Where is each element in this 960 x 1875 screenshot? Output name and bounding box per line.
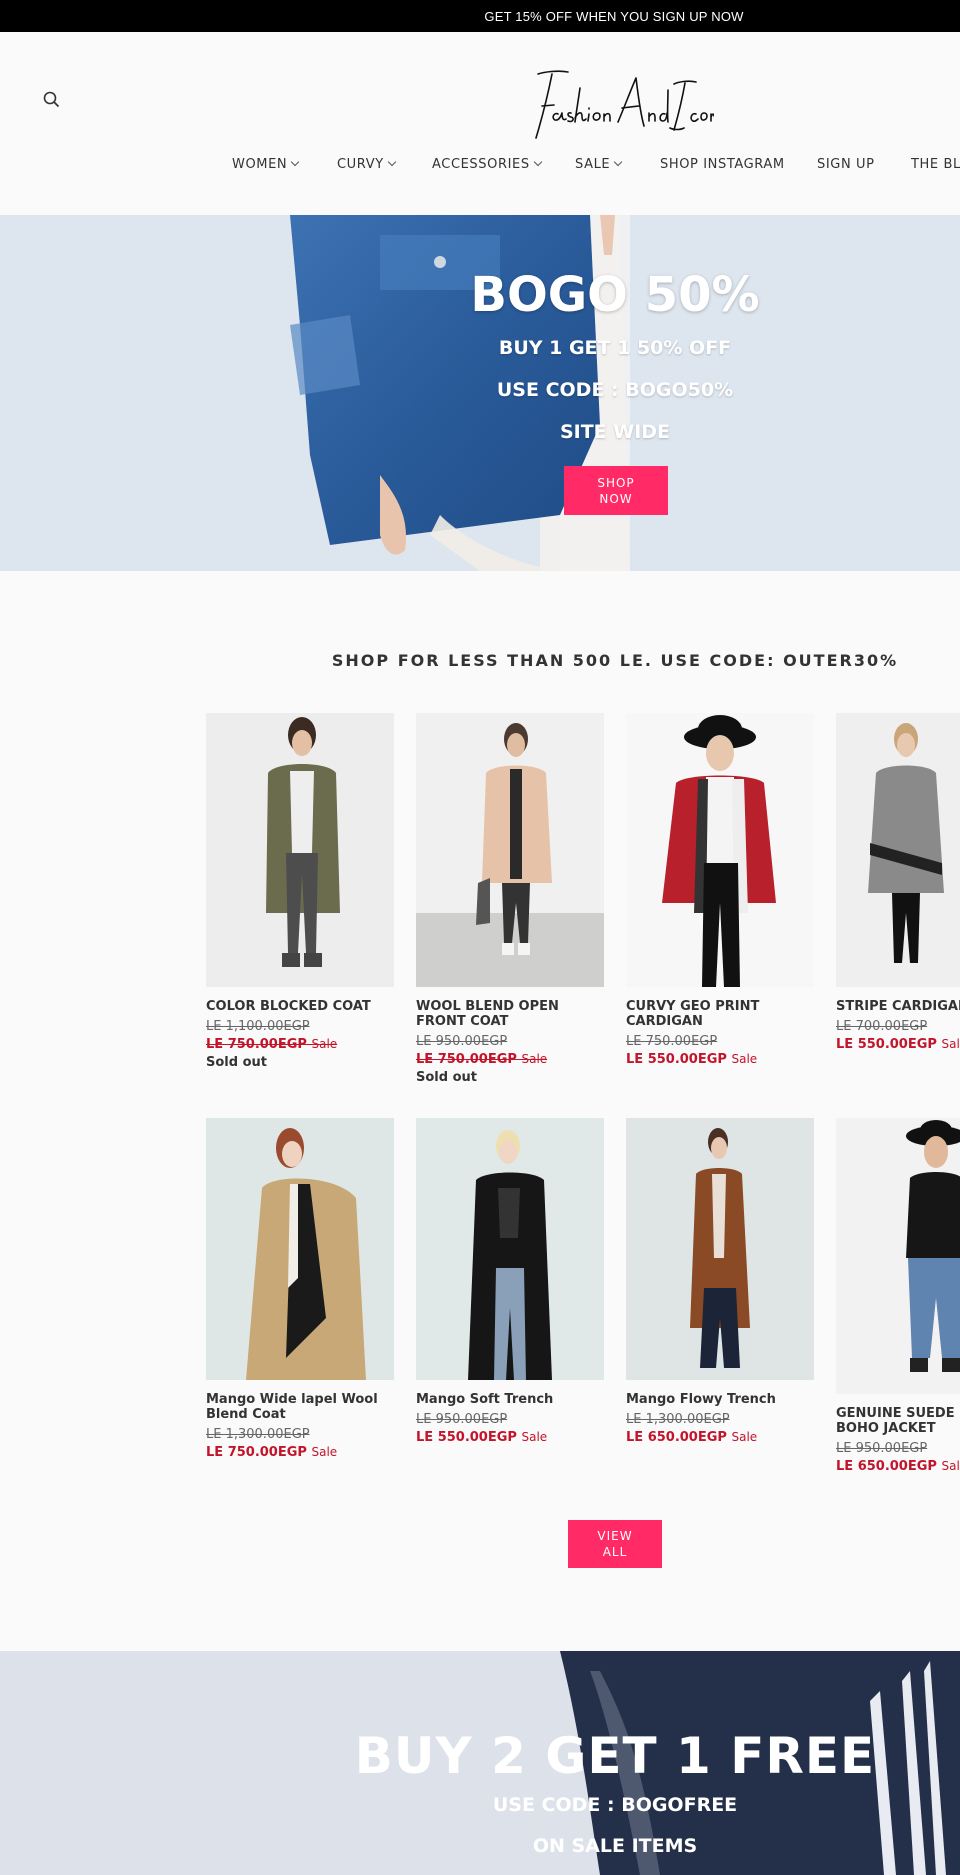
collection-title: SHOP FOR LESS THAN 500 LE. USE CODE: OUT… bbox=[331, 651, 899, 670]
chevron-down-icon bbox=[614, 157, 623, 167]
product-image[interactable] bbox=[626, 713, 814, 987]
logo-script-icon bbox=[535, 70, 715, 139]
product-image[interactable] bbox=[416, 713, 604, 987]
hero-line-1: BUY 1 GET 1 50% OFF bbox=[498, 337, 732, 359]
product-sale-price: LE 650.00EGP Sale bbox=[626, 1430, 758, 1445]
product-image[interactable] bbox=[836, 1118, 960, 1394]
product-card[interactable]: Mango Soft Trench LE 950.00EGP LE 550.00… bbox=[416, 1118, 604, 1447]
product-old-price: LE 1,100.00EGP bbox=[206, 1019, 310, 1034]
product-title[interactable]: COLOR BLOCKED COAT bbox=[206, 999, 394, 1014]
product-image[interactable] bbox=[626, 1118, 814, 1380]
product-old-price: LE 950.00EGP bbox=[416, 1412, 508, 1427]
chevron-down-icon bbox=[291, 157, 300, 167]
product-old-price: LE 950.00EGP bbox=[416, 1034, 508, 1049]
product-old-price: LE 1,300.00EGP bbox=[206, 1427, 310, 1442]
announcement-bar[interactable]: GET 15% OFF WHEN YOU SIGN UP NOW bbox=[0, 0, 960, 32]
product-sale-price: LE 650.00EGP Sale bbox=[836, 1459, 960, 1474]
hero-line-3: SITE WIDE bbox=[559, 421, 671, 443]
sold-out-label: Sold out bbox=[206, 1055, 267, 1070]
product-old-price: LE 950.00EGP bbox=[836, 1441, 928, 1456]
product-title[interactable]: WOOL BLEND OPEN FRONT COAT bbox=[416, 999, 604, 1029]
promo-title: BUY 2 GET 1 FREE bbox=[354, 1727, 876, 1785]
hero-title: BOGO 50% bbox=[470, 267, 760, 323]
product-image[interactable] bbox=[206, 1118, 394, 1380]
product-sale-price: LE 750.00EGP Sale bbox=[206, 1445, 338, 1460]
product-image[interactable] bbox=[416, 1118, 604, 1380]
product-card[interactable]: WOOL BLEND OPEN FRONT COAT LE 950.00EGP … bbox=[416, 713, 604, 1087]
product-sale-price: LE 550.00EGP Sale bbox=[416, 1430, 548, 1445]
hero-banner: BOGO 50% BUY 1 GET 1 50% OFF USE CODE : … bbox=[0, 215, 960, 571]
promo-line-1: USE CODE : BOGOFREE bbox=[492, 1794, 738, 1816]
product-old-price: LE 750.00EGP bbox=[626, 1034, 718, 1049]
sold-out-label: Sold out bbox=[416, 1070, 477, 1085]
shop-now-button[interactable]: SHOP NOW bbox=[564, 466, 668, 515]
nav-item-the-blog[interactable]: THE BLOG bbox=[911, 157, 960, 172]
product-old-price: LE 700.00EGP bbox=[836, 1019, 928, 1034]
nav-item-sign-up[interactable]: SIGN UP bbox=[817, 157, 875, 172]
product-title[interactable]: STRIPE CARDIGAN bbox=[836, 999, 960, 1014]
product-card[interactable]: Mango Wide lapel Wool Blend Coat LE 1,30… bbox=[206, 1118, 394, 1462]
product-title[interactable]: GENUINE SUEDE FRINGE BOHO JACKET bbox=[836, 1406, 960, 1436]
announcement-text[interactable]: GET 15% OFF WHEN YOU SIGN UP NOW bbox=[484, 9, 743, 24]
product-sale-price: LE 550.00EGP Sale bbox=[836, 1037, 960, 1052]
product-title[interactable]: Mango Flowy Trench bbox=[626, 1392, 814, 1407]
product-card[interactable]: STRIPE CARDIGAN LE 700.00EGP LE 550.00EG… bbox=[836, 713, 960, 1054]
hero-line-2: USE CODE : BOGO50% bbox=[496, 379, 734, 401]
product-sale-price: LE 550.00EGP Sale bbox=[626, 1052, 758, 1067]
nav-item-accessories[interactable]: ACCESSORIES bbox=[432, 157, 542, 172]
nav-item-curvy[interactable]: CURVY bbox=[337, 157, 396, 172]
chevron-down-icon bbox=[533, 157, 542, 167]
product-card[interactable]: CURVY GEO PRINT CARDIGAN LE 750.00EGP LE… bbox=[626, 713, 814, 1069]
promo-banner: BUY 2 GET 1 FREE USE CODE : BOGOFREE ON … bbox=[0, 1651, 960, 1875]
product-old-price: LE 1,300.00EGP bbox=[626, 1412, 730, 1427]
product-title[interactable]: Mango Soft Trench bbox=[416, 1392, 604, 1407]
view-all-button[interactable]: VIEW ALL bbox=[568, 1520, 662, 1568]
product-card[interactable]: GENUINE SUEDE FRINGE BOHO JACKET LE 950.… bbox=[836, 1118, 960, 1476]
chevron-down-icon bbox=[387, 157, 396, 167]
promo-line-2: ON SALE ITEMS bbox=[532, 1835, 698, 1857]
site-header: WOMEN CURVY ACCESSORIES SALE SHOP INSTAG… bbox=[0, 32, 960, 216]
product-card[interactable]: COLOR BLOCKED COAT LE 1,100.00EGP LE 750… bbox=[206, 713, 394, 1072]
nav-item-sale[interactable]: SALE bbox=[575, 157, 623, 172]
product-image[interactable] bbox=[836, 713, 960, 987]
product-image[interactable] bbox=[206, 713, 394, 987]
product-title[interactable]: CURVY GEO PRINT CARDIGAN bbox=[626, 999, 814, 1029]
nav-item-shop-instagram[interactable]: SHOP INSTAGRAM bbox=[660, 157, 785, 172]
product-sale-price: LE 750.00EGP Sale bbox=[416, 1052, 548, 1067]
logo[interactable] bbox=[518, 68, 715, 144]
product-title[interactable]: Mango Wide lapel Wool Blend Coat bbox=[206, 1392, 394, 1422]
product-sale-price: LE 750.00EGP Sale bbox=[206, 1037, 338, 1052]
product-card[interactable]: Mango Flowy Trench LE 1,300.00EGP LE 650… bbox=[626, 1118, 814, 1447]
nav-item-women[interactable]: WOMEN bbox=[232, 157, 300, 172]
search-icon[interactable] bbox=[42, 90, 62, 110]
